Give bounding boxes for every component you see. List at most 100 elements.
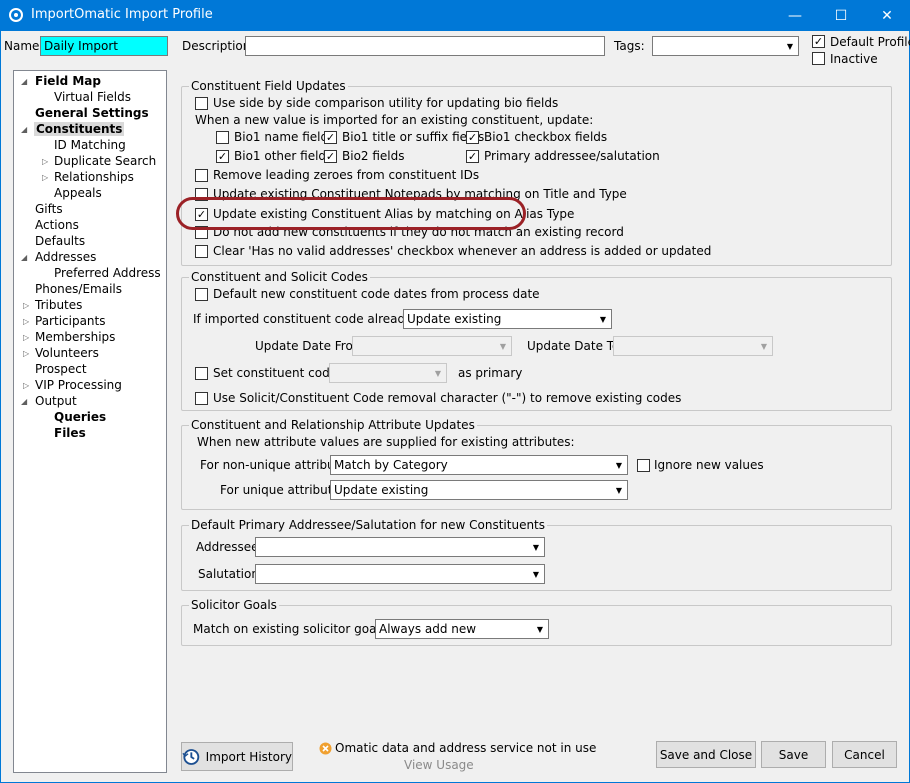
tags-select[interactable]: ▼ <box>652 36 799 56</box>
bio2-checkbox[interactable]: ✓ <box>324 150 337 163</box>
inactive-label: Inactive <box>830 52 878 66</box>
set-code-checkbox[interactable] <box>195 367 208 380</box>
tree-item-memberships[interactable]: Memberships <box>35 330 115 344</box>
chevron-down-icon: ▼ <box>786 41 794 51</box>
non-unique-select[interactable]: Match by Category ▼ <box>330 455 628 475</box>
side-by-side-checkbox[interactable] <box>195 97 208 110</box>
solicitor-match-select[interactable]: Always add new ▼ <box>375 619 549 639</box>
group-title: Constituent and Relationship Attribute U… <box>189 418 477 432</box>
default-profile-label: Default Profile <box>830 35 910 49</box>
update-to-select[interactable]: ▼ <box>613 336 773 356</box>
bio1-title-checkbox[interactable]: ✓ <box>324 131 337 144</box>
side-by-side-label: Use side by side comparison utility for … <box>213 96 559 110</box>
tree-item-general-settings[interactable]: General Settings <box>35 106 149 120</box>
default-profile-checkbox[interactable]: ✓ <box>812 35 825 48</box>
default-dates-label: Default new constituent code dates from … <box>213 287 540 301</box>
removal-char-checkbox[interactable] <box>195 392 208 405</box>
collapse-icon[interactable]: ◢ <box>21 253 27 262</box>
update-alias-checkbox[interactable]: ✓ <box>195 208 208 221</box>
window-title: ImportOmatic Import Profile <box>31 7 213 22</box>
bio1-checkbox-fields-checkbox[interactable]: ✓ <box>466 131 479 144</box>
expand-icon[interactable]: ▷ <box>42 157 48 166</box>
bio1-title-label: Bio1 title or suffix fields <box>342 130 485 144</box>
bio1-checkbox-fields-label: Bio1 checkbox fields <box>484 130 608 144</box>
tree-item-duplicate-search[interactable]: Duplicate Search <box>54 154 156 168</box>
update-to-label: Update Date To: <box>527 339 624 353</box>
tree-item-virtual-fields[interactable]: Virtual Fields <box>54 90 131 104</box>
expand-icon[interactable]: ▷ <box>23 317 29 326</box>
expand-icon[interactable]: ▷ <box>23 349 29 358</box>
warning-icon <box>319 742 332 755</box>
expand-icon[interactable]: ▷ <box>23 333 29 342</box>
save-button[interactable]: Save <box>761 741 826 768</box>
bio1-name-checkbox[interactable] <box>216 131 229 144</box>
tree-item-prospect[interactable]: Prospect <box>35 362 87 376</box>
primary-addressee-checkbox[interactable]: ✓ <box>466 150 479 163</box>
expand-icon[interactable]: ▷ <box>42 173 48 182</box>
tree-item-participants[interactable]: Participants <box>35 314 106 328</box>
remove-zeroes-checkbox[interactable] <box>195 169 208 182</box>
close-button[interactable]: ✕ <box>864 0 910 31</box>
update-notepads-label: Update existing Constituent Notepads by … <box>213 187 627 201</box>
description-input[interactable] <box>245 36 605 56</box>
addressee-select[interactable]: ▼ <box>255 537 545 557</box>
description-label: Description: <box>182 39 255 53</box>
tree-item-appeals[interactable]: Appeals <box>54 186 102 200</box>
navigation-tree[interactable]: ◢ Field Map Virtual Fields General Setti… <box>13 70 167 773</box>
update-from-select[interactable]: ▼ <box>352 336 512 356</box>
tree-item-vip-processing[interactable]: VIP Processing <box>35 378 122 392</box>
clear-no-valid-label: Clear 'Has no valid addresses' checkbox … <box>213 244 712 258</box>
chevron-down-icon: ▼ <box>499 341 507 351</box>
tree-item-defaults[interactable]: Defaults <box>35 234 85 248</box>
tree-item-constituents[interactable]: Constituents <box>34 122 125 136</box>
maximize-button[interactable]: ☐ <box>818 0 864 31</box>
clear-no-valid-checkbox[interactable] <box>195 245 208 258</box>
tree-item-tributes[interactable]: Tributes <box>35 298 82 312</box>
tree-item-addresses[interactable]: Addresses <box>35 250 96 264</box>
tree-item-files[interactable]: Files <box>54 426 86 440</box>
tree-item-relationships[interactable]: Relationships <box>54 170 134 184</box>
tree-item-volunteers[interactable]: Volunteers <box>35 346 99 360</box>
removal-char-label: Use Solicit/Constituent Code removal cha… <box>213 391 682 405</box>
tree-item-preferred-address[interactable]: Preferred Address <box>54 266 161 280</box>
collapse-icon[interactable]: ◢ <box>21 125 27 134</box>
tree-item-phones-emails[interactable]: Phones/Emails <box>35 282 122 296</box>
chevron-down-icon: ▼ <box>615 460 623 470</box>
collapse-icon[interactable]: ◢ <box>21 77 27 86</box>
collapse-icon[interactable]: ◢ <box>21 397 27 406</box>
tree-item-id-matching[interactable]: ID Matching <box>54 138 126 152</box>
salutation-label: Salutation: <box>198 567 263 581</box>
update-alias-label: Update existing Constituent Alias by mat… <box>213 207 575 221</box>
expand-icon[interactable]: ▷ <box>23 381 29 390</box>
service-status-text: Omatic data and address service not in u… <box>335 741 597 755</box>
if-exists-select[interactable]: Update existing ▼ <box>403 309 612 329</box>
expand-icon[interactable]: ▷ <box>23 301 29 310</box>
chevron-down-icon: ▼ <box>532 569 540 579</box>
view-usage-link[interactable]: View Usage <box>404 758 474 772</box>
save-and-close-button[interactable]: Save and Close <box>656 741 756 768</box>
cancel-button[interactable]: Cancel <box>832 741 897 768</box>
update-notepads-checkbox[interactable] <box>195 188 208 201</box>
inactive-checkbox[interactable] <box>812 52 825 65</box>
tree-item-field-map[interactable]: Field Map <box>35 74 101 88</box>
tree-item-gifts[interactable]: Gifts <box>35 202 63 216</box>
tree-item-output[interactable]: Output <box>35 394 77 408</box>
set-code-select[interactable]: ▼ <box>329 363 447 383</box>
minimize-button[interactable]: — <box>772 0 818 31</box>
chevron-down-icon: ▼ <box>532 542 540 552</box>
ignore-new-checkbox[interactable] <box>637 459 650 472</box>
addressee-label: Addressee: <box>196 540 263 554</box>
tree-item-queries[interactable]: Queries <box>54 410 106 424</box>
as-primary-label: as primary <box>458 366 523 380</box>
bio1-other-checkbox[interactable]: ✓ <box>216 150 229 163</box>
unique-select[interactable]: Update existing ▼ <box>330 480 628 500</box>
salutation-select[interactable]: ▼ <box>255 564 545 584</box>
do-not-add-label: Do not add new constituents if they do n… <box>213 225 624 239</box>
do-not-add-checkbox[interactable] <box>195 226 208 239</box>
default-dates-checkbox[interactable] <box>195 288 208 301</box>
import-history-button[interactable]: Import History <box>181 742 293 771</box>
tree-item-actions[interactable]: Actions <box>35 218 79 232</box>
group-title: Solicitor Goals <box>189 598 279 612</box>
name-input[interactable]: Daily Import <box>40 36 168 56</box>
group-title: Default Primary Addressee/Salutation for… <box>189 518 548 532</box>
